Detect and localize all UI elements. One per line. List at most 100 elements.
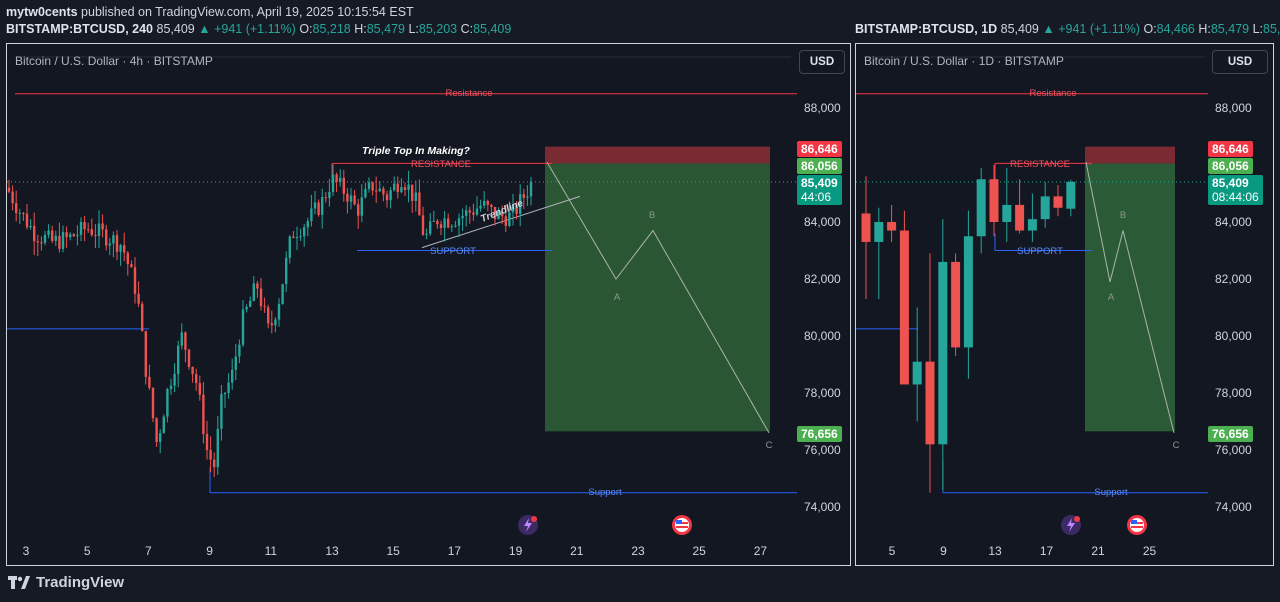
candle (475, 208, 479, 215)
candle (54, 235, 57, 241)
right-chart-canvas[interactable] (856, 44, 1275, 567)
candle (90, 229, 93, 236)
candle (335, 174, 338, 182)
right-chart-panel[interactable]: Bitcoin / U.S. Dollar · 1D · BITSTAMP US… (855, 43, 1274, 566)
candle (393, 183, 396, 191)
candle (472, 212, 475, 215)
candle (169, 385, 173, 390)
left-currency-button[interactable]: USD (799, 50, 845, 74)
candle (133, 267, 137, 294)
candle (425, 233, 428, 235)
left-support-bottom-label: Support (588, 487, 622, 498)
candle (360, 197, 363, 216)
tradingview-logo[interactable]: TradingView (8, 574, 124, 591)
candle (15, 203, 18, 214)
y-axis-tick: 88,000 (804, 101, 841, 115)
candle (324, 197, 327, 199)
candle (209, 450, 212, 460)
left-wave-c-label: C (765, 440, 773, 451)
candle (479, 205, 482, 209)
candle (220, 394, 223, 429)
candle (223, 393, 227, 395)
x-axis-tick: 11 (264, 544, 278, 558)
right-high: 85,479 (1210, 22, 1250, 36)
candle (119, 245, 122, 252)
candle (184, 332, 187, 350)
candle (58, 235, 61, 249)
x-axis-tick: 21 (570, 544, 584, 558)
right-symbol-line: BITSTAMP:BTCUSD, 1D 85,409 ▲ +941 (+1.11… (855, 22, 1280, 36)
candle (69, 234, 72, 238)
right-countdown: 08:44:06 (1212, 190, 1259, 204)
x-axis-tick: 5 (83, 544, 91, 558)
candle (101, 223, 104, 230)
candle (274, 319, 277, 326)
left-high: 85,479 (366, 22, 405, 36)
candle (396, 183, 399, 192)
candle (490, 204, 493, 207)
right-currency-button[interactable]: USD (1212, 50, 1268, 74)
candle (342, 177, 345, 194)
candle (180, 332, 183, 346)
candle (61, 232, 65, 249)
right-low: 85,1 (1263, 22, 1280, 36)
left-close: 85,409 (473, 22, 512, 36)
candle (137, 293, 140, 304)
right-lightning-event-icon[interactable] (1060, 514, 1082, 536)
left-chart-canvas[interactable] (7, 44, 852, 567)
candle (436, 220, 439, 225)
candle (245, 306, 248, 310)
candle (310, 208, 313, 222)
candle (83, 222, 86, 230)
candle (414, 192, 417, 201)
candle (364, 188, 367, 198)
left-chart-panel[interactable]: Bitcoin / U.S. Dollar · 4h · BITSTAMP US… (6, 43, 851, 566)
left-wave-b-label: B (648, 210, 656, 221)
candle (151, 387, 155, 419)
publish-text: published on TradingView.com, April 19, … (77, 5, 414, 19)
candle (389, 190, 392, 201)
candle (912, 361, 922, 385)
candle (411, 184, 414, 201)
candle (522, 194, 525, 198)
left-target-tag: 76,656 (797, 426, 842, 442)
candle (97, 223, 101, 236)
candle (468, 210, 471, 213)
left-low: 85,203 (418, 22, 458, 36)
candle (375, 190, 378, 192)
y-axis-tick: 84,000 (804, 215, 841, 229)
candle (108, 243, 111, 246)
candle (112, 235, 115, 244)
x-axis-tick: 13 (988, 544, 1002, 558)
lightning-event-icon[interactable] (517, 514, 539, 536)
x-axis-tick: 21 (1091, 544, 1105, 558)
right-chart-title: Bitcoin / U.S. Dollar · 1D · BITSTAMP (864, 54, 1064, 68)
candle (861, 213, 871, 242)
candle (33, 225, 36, 242)
us-flag-event-icon[interactable] (671, 514, 693, 536)
candle (450, 226, 453, 228)
right-target-tag: 76,656 (1208, 426, 1253, 442)
candle (227, 382, 230, 394)
candle (123, 245, 126, 253)
candle (231, 369, 234, 383)
candle (382, 188, 385, 195)
candle (202, 394, 205, 434)
right-symbol: BITSTAMP:BTCUSD, 1D (855, 22, 998, 36)
candle (281, 284, 284, 304)
right-us-flag-event-icon[interactable] (1126, 514, 1148, 536)
left-chart-title: Bitcoin / U.S. Dollar · 4h · BITSTAMP (15, 54, 213, 68)
right-change: ▲ +941 (+1.11%) (1042, 22, 1140, 36)
candle (486, 200, 489, 205)
candle (447, 218, 450, 228)
right-support-label: SUPPORT (1017, 246, 1063, 257)
candle (421, 215, 425, 235)
left-countdown: 44:06 (801, 190, 832, 204)
candle (198, 383, 201, 395)
left-change: ▲ +941 (+1.11%) (198, 22, 296, 36)
candle (367, 182, 371, 189)
candle (7, 187, 11, 192)
candle (263, 306, 266, 308)
candle (105, 229, 108, 246)
publisher-name[interactable]: mytw0cents (6, 5, 78, 19)
